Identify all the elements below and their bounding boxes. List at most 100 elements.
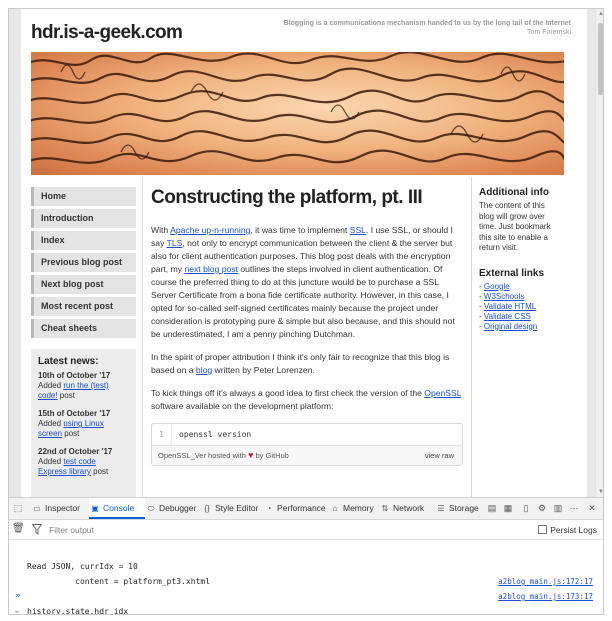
toolbox-layout-icon[interactable]: ▤: [485, 498, 499, 519]
article: Constructing the platform, pt. III With …: [142, 177, 472, 497]
news-text: post: [90, 467, 109, 476]
nav-cheat-sheets[interactable]: Cheat sheets: [31, 319, 136, 338]
news-date: 10th of October '17: [38, 371, 111, 380]
additional-info-text: The content of this blog will grow over …: [479, 201, 551, 252]
tab-label: Console: [103, 503, 135, 513]
paragraph-text: , it was time to implement: [250, 225, 350, 235]
persist-logs-checkbox[interactable]: Persist Logs: [538, 523, 597, 537]
additional-info-title: Additional info: [479, 187, 549, 198]
gist-meta-text[interactable]: OpenSSL_Ver hosted with: [158, 451, 248, 460]
scrollbar-thumb[interactable]: [598, 23, 603, 95]
news-date: 22nd of October '17: [38, 447, 113, 456]
nav-next-post[interactable]: Next blog post: [31, 275, 136, 294]
dock-side-icon[interactable]: ▥: [551, 498, 565, 519]
news-text: Added: [38, 419, 64, 428]
external-link-item: - Validate HTML: [479, 301, 537, 311]
console-log-line: Read JSON, currIdx = 10 a2blog_main.js:1…: [9, 544, 603, 586]
quote-author: Tom Foremski: [527, 29, 571, 36]
latest-news-box: Latest news: 10th of October '17 Added r…: [31, 349, 136, 497]
performance-icon: ◔: [266, 504, 272, 513]
paragraph-text: outlines the steps involved in client au…: [151, 264, 455, 339]
next-blog-post-link[interactable]: next blog post: [184, 264, 238, 274]
gist-code-block[interactable]: 1 openssl version: [152, 424, 462, 446]
handwriting-banner-image: [31, 52, 564, 175]
tab-label: Network: [393, 503, 425, 513]
news-text: post: [57, 391, 75, 400]
gist-line-number: 1: [152, 424, 172, 446]
article-paragraph: With Apache up-n-running, it was time to…: [151, 224, 463, 341]
paragraph-text: software available on the development pl…: [151, 401, 334, 411]
tab-label: Storage: [449, 503, 479, 513]
nav-introduction[interactable]: Introduction: [31, 209, 136, 228]
storage-icon: ☰: [437, 504, 445, 513]
scroll-up-icon[interactable]: ▲: [596, 9, 603, 19]
original-design-link[interactable]: Original design: [484, 322, 537, 331]
more-options-icon[interactable]: ⋯: [567, 498, 581, 519]
devtools-tabbar: ⬚ ▭ Inspector ▣ Console ⬭ Debugger {} Style …: [9, 498, 603, 520]
external-links-title: External links: [479, 267, 545, 279]
checkbox-box[interactable]: [538, 525, 548, 534]
network-icon: ⇅: [381, 504, 389, 513]
validate-html-link[interactable]: Validate HTML: [484, 302, 536, 311]
tab-style-editor[interactable]: {} Style Editor: [201, 498, 263, 519]
browser-window: hdr.is-a-geek.com Blogging is a communic…: [8, 8, 604, 615]
tab-inspector[interactable]: ▭ Inspector: [31, 498, 89, 519]
code-gist: 1 openssl version OpenSSL_Ver hosted wit…: [151, 423, 463, 466]
gist-code-line[interactable]: openssl version: [179, 424, 251, 446]
blog-link[interactable]: blog: [196, 365, 212, 375]
nav-index[interactable]: Index: [31, 231, 136, 250]
frame-select-icon[interactable]: ▦: [501, 498, 515, 519]
tab-console[interactable]: ▣ Console: [89, 498, 145, 519]
quote-text: Blogging is a communications mechanism h…: [283, 20, 571, 27]
trash-icon[interactable]: 🗑: [12, 523, 25, 534]
filter-output-input[interactable]: [49, 523, 349, 537]
apache-link[interactable]: Apache up-n-running: [170, 225, 250, 235]
post-title: Constructing the platform, pt. III: [151, 187, 423, 208]
news-link[interactable]: test code: [63, 457, 95, 466]
tab-debugger[interactable]: ⬭ Debugger: [145, 498, 201, 519]
nav-previous-post[interactable]: Previous blog post: [31, 253, 136, 272]
style-editor-icon: {}: [204, 504, 210, 513]
nav-most-recent-post[interactable]: Most recent post: [31, 297, 136, 316]
devtools-panel: ⬚ ▭ Inspector ▣ Console ⬭ Debugger {} Style …: [9, 497, 603, 614]
news-link[interactable]: Express library: [38, 467, 91, 476]
tab-performance[interactable]: ◔ Performance: [263, 498, 329, 519]
google-link[interactable]: Google: [484, 282, 510, 291]
gear-icon[interactable]: ⚙: [535, 498, 549, 519]
pick-element-icon[interactable]: ⬚: [11, 498, 25, 519]
news-text: Added: [38, 457, 64, 466]
blog-page: hdr.is-a-geek.com Blogging is a communic…: [21, 9, 587, 497]
w3schools-link[interactable]: W3Schools: [484, 292, 524, 301]
result-arrow-icon: ←: [15, 607, 20, 615]
page-viewport: hdr.is-a-geek.com Blogging is a communic…: [9, 9, 595, 497]
tab-label: Memory: [343, 503, 374, 513]
console-result-line: ← 10: [9, 589, 603, 614]
tls-link[interactable]: TLS: [167, 238, 183, 248]
tab-storage[interactable]: ☰ Storage: [435, 498, 485, 519]
console-icon: ▣: [91, 504, 99, 513]
news-text: post: [62, 429, 80, 438]
news-text: Added: [38, 381, 64, 390]
gist-footer: OpenSSL_Ver hosted with ♥ by GitHub view…: [152, 446, 462, 465]
console-filter-bar: 🗑 Persist Logs: [9, 520, 603, 540]
filter-icon: [32, 524, 42, 535]
view-raw-link[interactable]: view raw: [425, 446, 454, 465]
tab-network[interactable]: ⇅ Network: [379, 498, 435, 519]
console-output: Read JSON, currIdx = 10 a2blog_main.js:1…: [9, 544, 603, 614]
tab-memory[interactable]: ⌂ Memory: [329, 498, 379, 519]
close-icon[interactable]: ✕: [585, 498, 599, 519]
header-quote: Blogging is a communications mechanism h…: [241, 19, 571, 37]
validate-css-link[interactable]: Validate CSS: [484, 312, 531, 321]
ssl-link[interactable]: SSL: [350, 225, 366, 235]
nav-home[interactable]: Home: [31, 187, 136, 206]
console-input-line[interactable]: » history.state.hdr_idx: [9, 574, 603, 614]
page-scrollbar[interactable]: ▲ ▼: [595, 9, 603, 497]
site-title[interactable]: hdr.is-a-geek.com: [31, 22, 183, 44]
openssl-link[interactable]: OpenSSL: [424, 388, 461, 398]
scratchpad-icon[interactable]: ▯: [519, 498, 533, 519]
news-date: 15th of October '17: [38, 409, 111, 418]
news-entry: 10th of October '17 Added run the (test)…: [38, 371, 129, 401]
persist-logs-label: Persist Logs: [550, 525, 597, 535]
scroll-down-icon[interactable]: ▼: [596, 487, 603, 497]
gist-meta-text[interactable]: by GitHub: [253, 451, 288, 460]
